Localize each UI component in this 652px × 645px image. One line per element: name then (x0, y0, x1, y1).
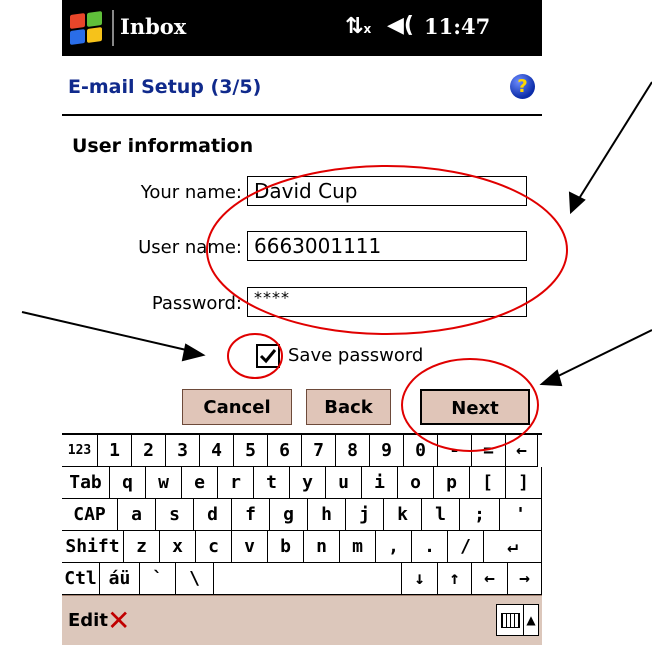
annotation-circle-checkbox (227, 333, 283, 379)
annotation-circle-next (401, 358, 539, 452)
annotation-arrow-checkbox (21, 311, 196, 353)
annotation-overlay (21, 81, 652, 452)
annotation-arrowhead-next (539, 369, 563, 387)
annotation-arrowhead-checkbox (181, 343, 206, 362)
annotation-circle-fields (206, 165, 568, 335)
annotation-arrow-next (549, 329, 652, 381)
annotation-arrow-fields (574, 81, 652, 206)
